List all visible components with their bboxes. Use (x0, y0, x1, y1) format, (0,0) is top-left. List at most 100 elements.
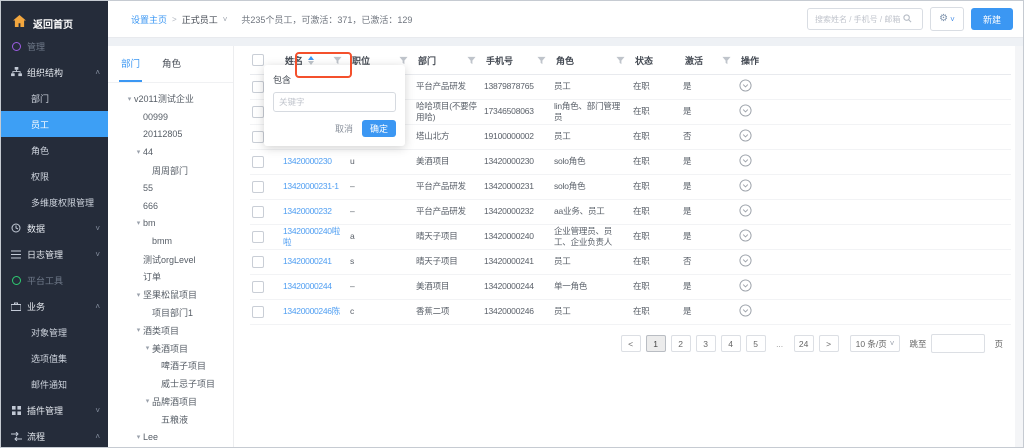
create-button[interactable]: 新建 (971, 8, 1013, 30)
page-button-3[interactable]: 3 (696, 335, 716, 352)
breadcrumb-current[interactable]: 正式员工 (182, 13, 218, 26)
tree-node-五粮液[interactable]: 五粮液 (108, 410, 233, 428)
sidebar-logo[interactable]: 返回首页 (1, 1, 108, 35)
sidebar-item-数据[interactable]: 数据˅ (1, 215, 108, 241)
filter-icon[interactable] (722, 56, 731, 65)
sidebar-item-选项值集[interactable]: 选项值集 (1, 345, 108, 371)
tree-node-55[interactable]: 55 (108, 179, 233, 197)
tree-node-坚果松鼠项目[interactable]: ▾坚果松鼠项目 (108, 286, 233, 304)
sidebar-item-平台工具[interactable]: 平台工具 (1, 267, 108, 293)
page-button-2[interactable]: 2 (671, 335, 691, 352)
row-actions-button[interactable] (739, 254, 752, 267)
row-checkbox[interactable] (252, 106, 264, 118)
sidebar-item-部门[interactable]: 部门 (1, 85, 108, 111)
prev-page-button[interactable]: < (621, 335, 641, 352)
search-icon[interactable] (903, 10, 912, 28)
sidebar-item-业务[interactable]: 业务˄ (1, 293, 108, 319)
cell-name[interactable]: 13420000244 (283, 281, 350, 292)
filter-icon[interactable] (467, 56, 476, 65)
tree-node-bmm[interactable]: bmm (108, 232, 233, 250)
filter-icon[interactable] (537, 56, 546, 65)
row-actions-button[interactable] (739, 229, 752, 242)
page-button-4[interactable]: 4 (721, 335, 741, 352)
cell-name[interactable]: 13420000230 (283, 156, 350, 167)
tree-expand-icon[interactable]: ▾ (134, 433, 143, 441)
row-actions-button[interactable] (739, 204, 752, 217)
page-size-select[interactable]: 10 条/页˅ (850, 335, 901, 352)
sidebar-item-对象管理[interactable]: 对象管理 (1, 319, 108, 345)
page-button-5[interactable]: 5 (746, 335, 766, 352)
tree-expand-icon[interactable]: ▾ (134, 326, 143, 334)
row-checkbox[interactable] (252, 256, 264, 268)
tab-部门[interactable]: 部门 (121, 56, 140, 82)
sort-icon[interactable] (308, 56, 314, 65)
filter-icon[interactable] (616, 56, 625, 65)
row-checkbox[interactable] (252, 81, 264, 93)
row-checkbox[interactable] (252, 131, 264, 143)
tree-node-Lee[interactable]: ▾Lee (108, 428, 233, 446)
tree-node-项目部门1[interactable]: 项目部门1 (108, 304, 233, 322)
select-all-checkbox[interactable] (252, 54, 264, 66)
filter-icon[interactable] (333, 56, 342, 65)
sidebar-item-邮件通知[interactable]: 邮件通知 (1, 371, 108, 397)
search-input[interactable] (813, 14, 903, 25)
chevron-down-icon[interactable]: ˅ (223, 15, 228, 24)
tree-node-酒类项目[interactable]: ▾酒类项目 (108, 321, 233, 339)
row-actions-button[interactable] (739, 279, 752, 292)
row-checkbox[interactable] (252, 206, 264, 218)
row-actions-button[interactable] (739, 129, 752, 142)
sidebar-item-日志管理[interactable]: 日志管理˅ (1, 241, 108, 267)
breadcrumb-home-link[interactable]: 设置主页 (131, 13, 167, 26)
tree-expand-icon[interactable]: ▾ (134, 219, 143, 227)
cell-name[interactable]: 13420000240啦啦 (283, 226, 350, 249)
page-button-1[interactable]: 1 (646, 335, 666, 352)
tree-node-666[interactable]: 666 (108, 197, 233, 215)
row-checkbox[interactable] (252, 181, 264, 193)
scrollbar-track[interactable] (1014, 46, 1023, 447)
tree-node-啤酒子项目[interactable]: 啤酒子项目 (108, 357, 233, 375)
tab-角色[interactable]: 角色 (162, 56, 181, 82)
keyword-input[interactable] (273, 92, 396, 112)
settings-dropdown-button[interactable]: ⚙ ˅ (930, 7, 964, 31)
sidebar-item-角色[interactable]: 角色 (1, 137, 108, 163)
tree-node-订单[interactable]: 订单 (108, 268, 233, 286)
row-checkbox[interactable] (252, 231, 264, 243)
tree-node-00999[interactable]: 00999 (108, 108, 233, 126)
tree-expand-icon[interactable]: ▾ (134, 291, 143, 299)
tree-node-v2011测试企业[interactable]: ▾v2011测试企业 (108, 90, 233, 108)
row-checkbox[interactable] (252, 306, 264, 318)
cell-name[interactable]: 13420000246陈 (283, 306, 350, 317)
row-actions-button[interactable] (739, 79, 752, 92)
row-checkbox[interactable] (252, 156, 264, 168)
tree-node-测试orgLevel[interactable]: 测试orgLevel (108, 250, 233, 268)
row-actions-button[interactable] (739, 154, 752, 167)
jump-page-input[interactable] (931, 334, 985, 353)
confirm-button[interactable]: 确定 (362, 120, 396, 137)
cancel-button[interactable]: 取消 (335, 122, 353, 135)
sidebar-item-权限[interactable]: 权限 (1, 163, 108, 189)
sidebar-item-组织结构[interactable]: 组织结构˄ (1, 59, 108, 85)
row-actions-button[interactable] (739, 304, 752, 317)
row-actions-button[interactable] (739, 179, 752, 192)
row-checkbox[interactable] (252, 281, 264, 293)
cell-name[interactable]: 13420000231-1 (283, 181, 350, 192)
sidebar-item-流程[interactable]: 流程˄ (1, 423, 108, 448)
next-page-button[interactable]: > (819, 335, 839, 352)
tree-expand-icon[interactable]: ▾ (143, 397, 152, 405)
page-button-24[interactable]: 24 (794, 335, 814, 352)
tree-expand-icon[interactable]: ▾ (143, 344, 152, 352)
tree-node-20112805[interactable]: 20112805 (108, 126, 233, 144)
sidebar-item-管理[interactable]: 管理 (1, 33, 108, 59)
cell-name[interactable]: 13420000232 (283, 206, 350, 217)
tree-node-bm[interactable]: ▾bm (108, 215, 233, 233)
tree-node-美酒项目[interactable]: ▾美酒项目 (108, 339, 233, 357)
filter-icon[interactable] (399, 56, 408, 65)
search-box[interactable] (807, 8, 923, 30)
tree-node-品牌酒项目[interactable]: ▾品牌酒项目 (108, 393, 233, 411)
tree-node-威士忌子项目[interactable]: 威士忌子项目 (108, 375, 233, 393)
sidebar-item-多维度权限管理[interactable]: 多维度权限管理 (1, 189, 108, 215)
sidebar-item-员工[interactable]: 员工 (1, 111, 108, 137)
tree-expand-icon[interactable]: ▾ (125, 95, 134, 103)
tree-node-周周部门[interactable]: 周周部门 (108, 161, 233, 179)
tree-node-44[interactable]: ▾44 (108, 143, 233, 161)
